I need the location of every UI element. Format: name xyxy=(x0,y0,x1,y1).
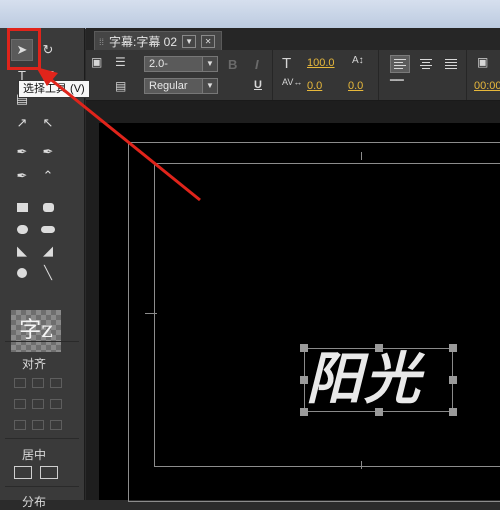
arrow-shaft xyxy=(43,72,201,202)
annotation-arrow xyxy=(36,67,201,202)
